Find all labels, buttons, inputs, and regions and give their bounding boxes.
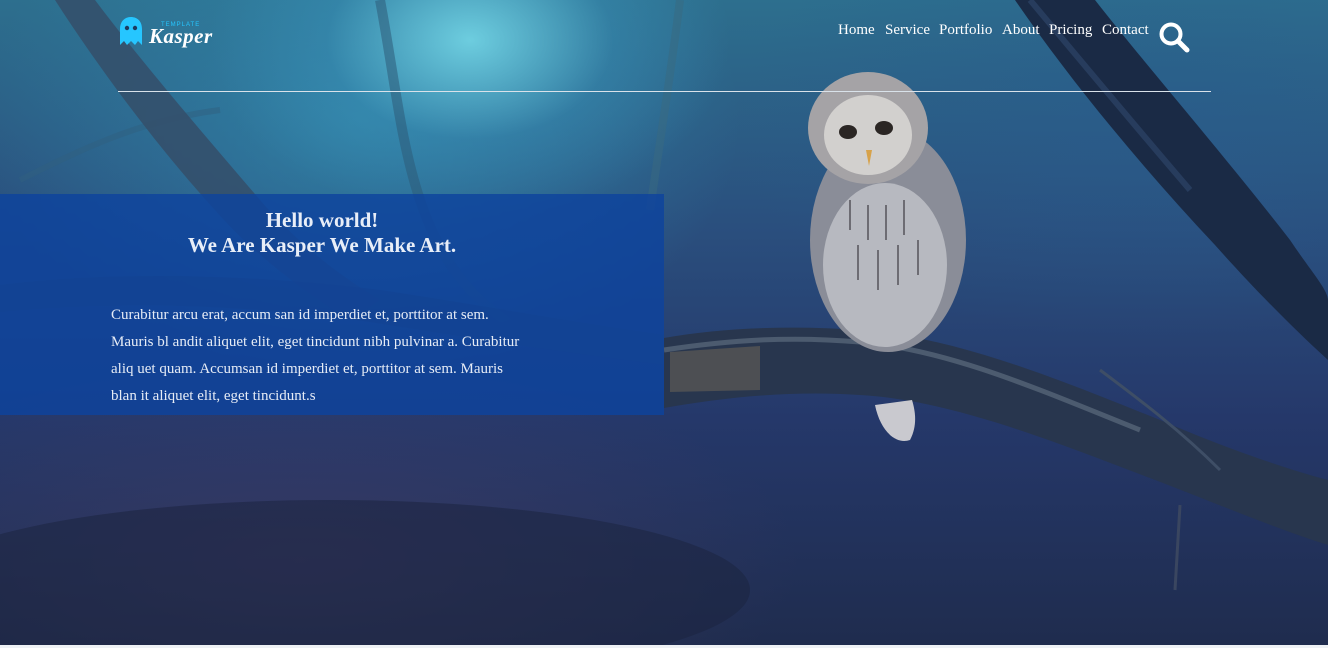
hero-title-line1: Hello world! (265, 208, 379, 232)
header-divider (118, 91, 1211, 92)
intro-panel: Hello world! We Are Kasper We Make Art. … (0, 194, 664, 415)
search-icon[interactable] (1158, 21, 1190, 53)
nav-portfolio[interactable]: Portfolio (939, 22, 992, 39)
nav-home[interactable]: Home (838, 22, 875, 39)
hero-heading: Hello world! We Are Kasper We Make Art. (0, 208, 644, 258)
nav-about[interactable]: About (1002, 22, 1040, 39)
nav-service[interactable]: Service (885, 22, 930, 39)
ghost-icon (120, 17, 142, 45)
hero-section: TEMPLATE Kasper Home Service Portfolio A… (0, 0, 1328, 645)
hero-paragraph: Curabitur arcu erat, accum san id imperd… (111, 307, 520, 404)
logo[interactable]: TEMPLATE Kasper (118, 16, 228, 50)
logo-text: Kasper (149, 24, 213, 48)
nav-pricing[interactable]: Pricing (1049, 22, 1092, 39)
hero-title-line2: We Are Kasper We Make Art. (187, 233, 457, 257)
nav-contact[interactable]: Contact (1102, 22, 1149, 39)
